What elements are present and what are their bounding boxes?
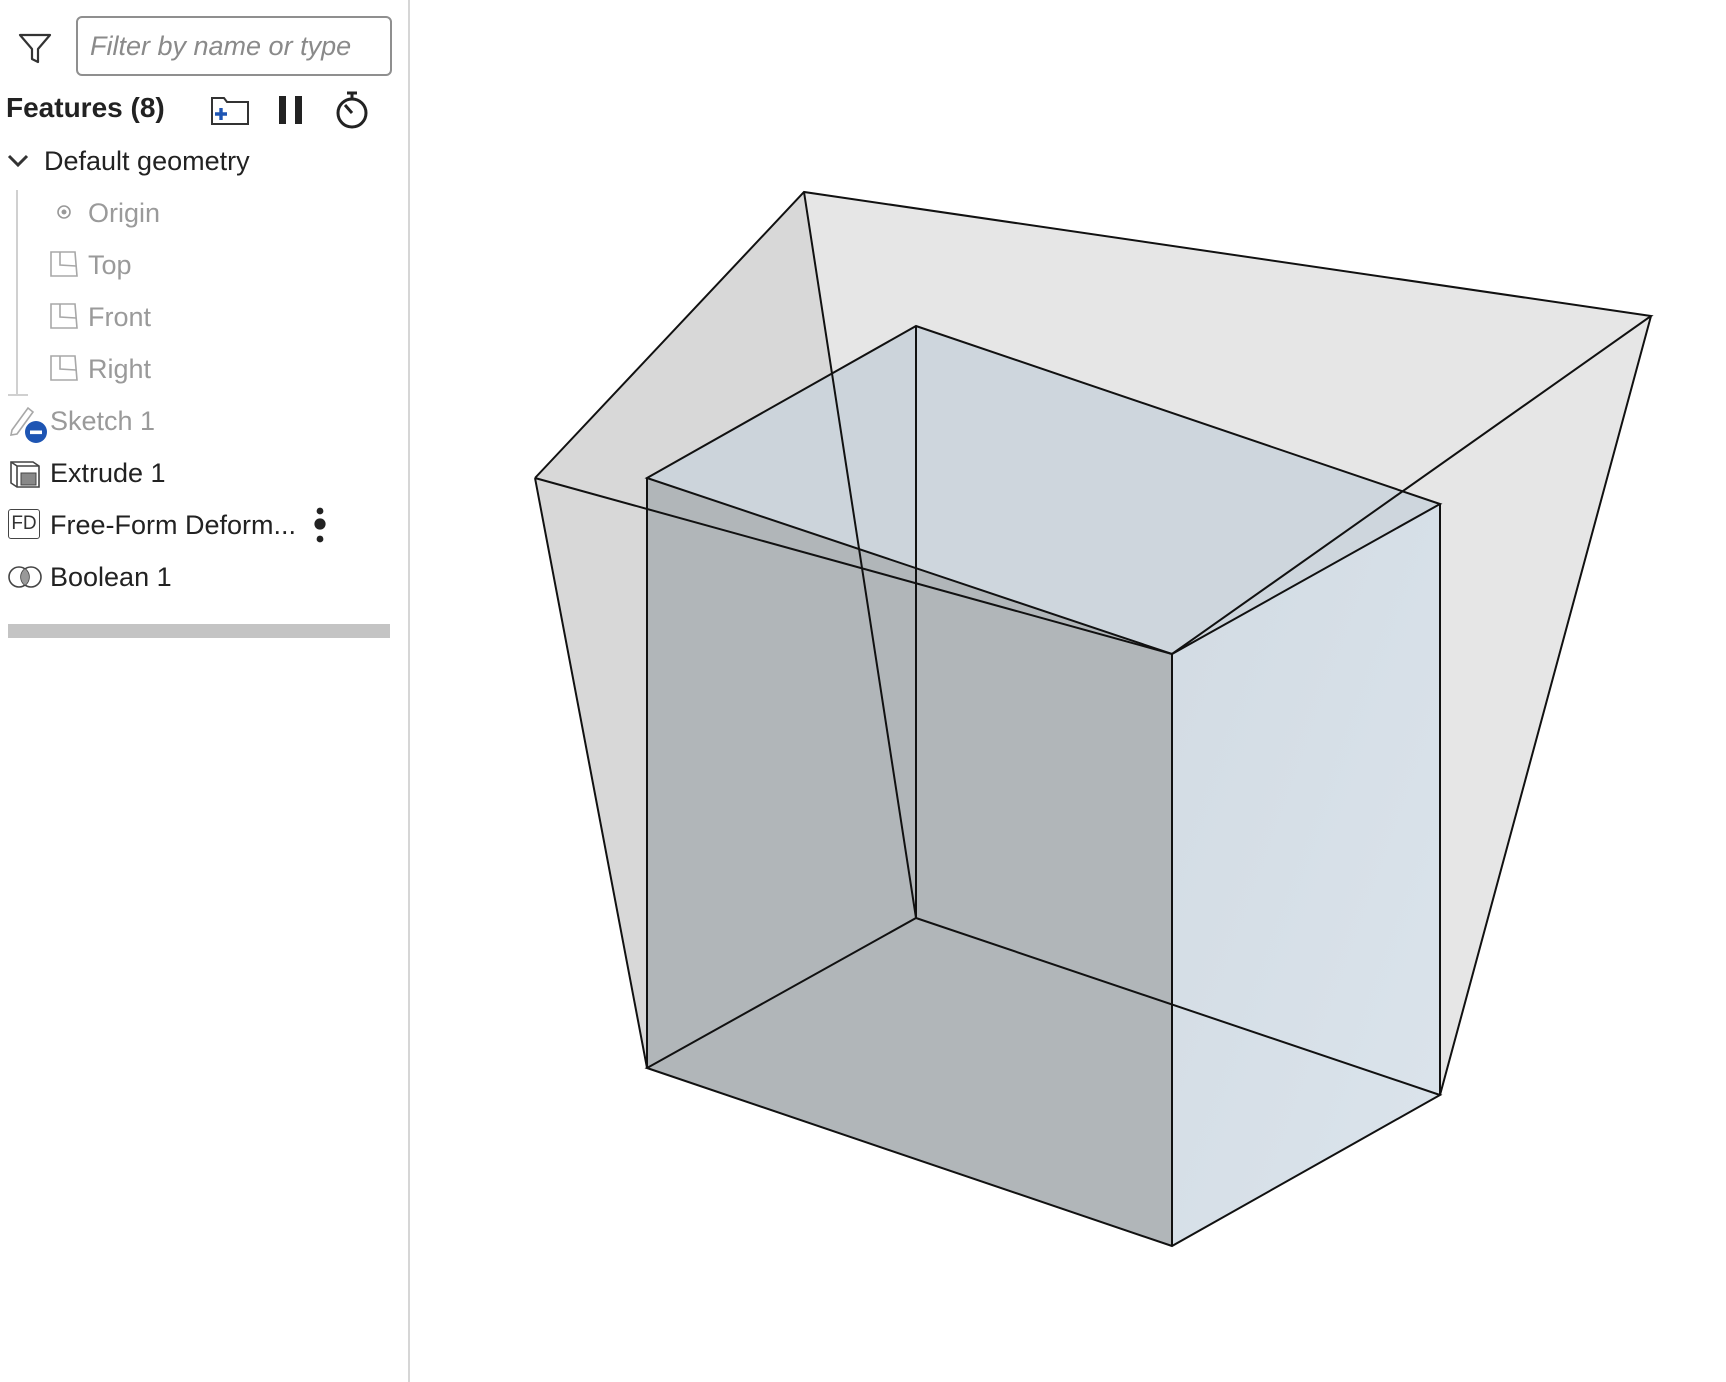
tree-item-origin[interactable]: Origin [0,190,400,236]
feature-list-panel: Features (8) Default geometry [0,0,410,1382]
filter-input[interactable] [76,16,392,76]
tree-group-default-geometry[interactable]: Default geometry [0,138,400,184]
tree-item-front[interactable]: Front [0,294,400,340]
stopwatch-icon[interactable] [330,88,374,132]
sketch-hidden-icon [9,406,47,443]
tree-item-right[interactable]: Right [0,346,400,392]
free-form-deform-icon: FD [8,509,40,539]
tree-item-label: Front [88,302,152,332]
add-folder-icon[interactable] [208,88,252,132]
tree-item-label: Right [88,354,152,384]
tree-connector-end [8,394,28,396]
features-header: Features (8) [0,86,410,132]
tree-item-label: Free-Form Deform... [50,510,297,540]
plane-icon [50,251,78,277]
tree-item-label: Sketch 1 [50,406,156,436]
pause-icon[interactable] [270,88,314,132]
tree-item-label: Top [88,250,132,280]
boolean-icon [8,566,42,588]
tree-item-sketch-1[interactable]: Sketch 1 [0,398,400,444]
chevron-down-icon[interactable] [6,152,30,170]
features-title: Features (8) [6,92,165,123]
tree-item-label: Origin [88,198,161,228]
filter-row [0,16,410,78]
tree-item-boolean-1[interactable]: Boolean 1 [0,554,400,600]
filter-icon[interactable] [17,30,53,66]
extrude-icon [10,461,40,488]
tree-item-top[interactable]: Top [0,242,400,288]
more-options-icon[interactable] [310,506,330,546]
origin-point-icon [57,205,71,219]
tree-item-extrude-1[interactable]: Extrude 1 [0,450,400,496]
plane-icon [50,303,78,329]
3d-viewport[interactable] [410,0,1726,1382]
horizontal-scrollbar[interactable] [8,624,390,638]
tree-group-label: Default geometry [44,146,250,176]
tree-item-label: Extrude 1 [50,458,166,488]
tree-item-free-form-deform[interactable]: FD Free-Form Deform... [0,502,400,548]
plane-icon [50,355,78,381]
tree-item-label: Boolean 1 [50,562,172,592]
